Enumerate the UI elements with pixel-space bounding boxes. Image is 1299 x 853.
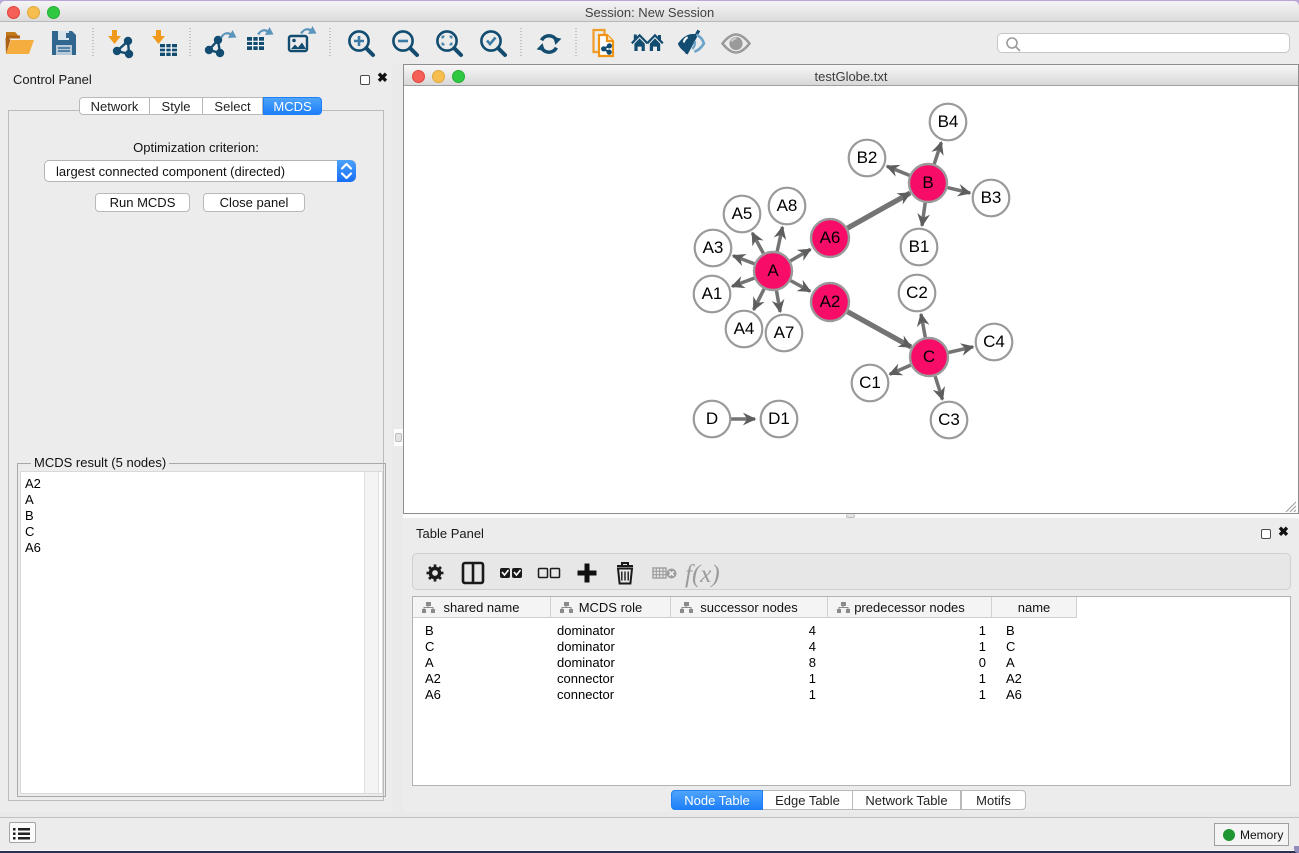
svg-text:A1: A1 bbox=[702, 284, 723, 303]
svg-text:A7: A7 bbox=[774, 323, 795, 342]
svg-text:C4: C4 bbox=[983, 332, 1005, 351]
svg-text:D1: D1 bbox=[768, 409, 790, 428]
svg-text:A: A bbox=[767, 261, 779, 280]
svg-text:B: B bbox=[922, 173, 933, 192]
svg-text:B2: B2 bbox=[857, 148, 878, 167]
svg-text:A3: A3 bbox=[703, 238, 724, 257]
svg-text:D: D bbox=[706, 409, 718, 428]
svg-text:A4: A4 bbox=[734, 319, 755, 338]
svg-text:C1: C1 bbox=[859, 373, 881, 392]
svg-text:A8: A8 bbox=[777, 196, 798, 215]
svg-text:C: C bbox=[923, 347, 935, 366]
svg-text:B1: B1 bbox=[909, 237, 930, 256]
svg-text:C2: C2 bbox=[906, 283, 928, 302]
svg-text:B3: B3 bbox=[981, 188, 1002, 207]
svg-text:A2: A2 bbox=[820, 292, 841, 311]
svg-text:f(x): f(x) bbox=[685, 561, 720, 588]
svg-text:B4: B4 bbox=[938, 112, 959, 131]
svg-text:C3: C3 bbox=[938, 410, 960, 429]
svg-text:A6: A6 bbox=[820, 228, 841, 247]
svg-text:A5: A5 bbox=[732, 204, 753, 223]
